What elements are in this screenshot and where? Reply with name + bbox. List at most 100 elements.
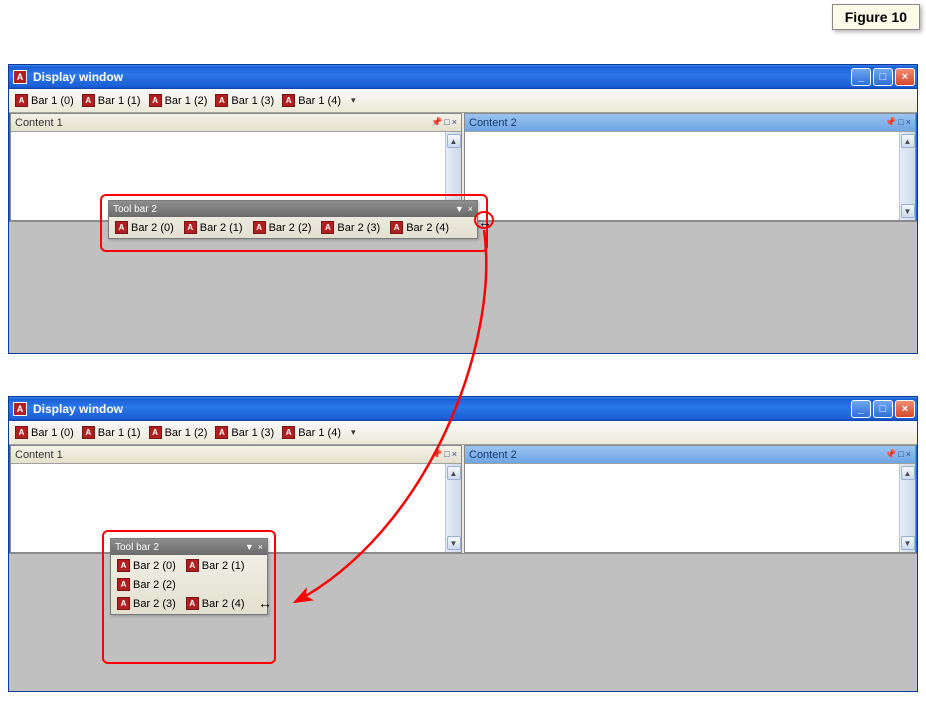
bar2-label: Bar 2 (3): [337, 222, 380, 234]
close-pane-icon[interactable]: ×: [906, 117, 911, 128]
toolbar-bar1: ABar 1 (0) ABar 1 (1) ABar 1 (2) ABar 1 …: [9, 89, 917, 113]
window-title: Display window: [33, 70, 851, 84]
resize-cursor-icon: ↔: [478, 214, 492, 230]
bar2-item-0[interactable]: ABar 2 (0): [117, 559, 176, 572]
pin-icon[interactable]: 📌: [885, 449, 896, 460]
maximize-button[interactable]: □: [873, 400, 893, 418]
close-pane-icon[interactable]: ×: [452, 449, 457, 460]
floating-toolbar-wide[interactable]: Tool bar 2 ▼ × ABar 2 (0) ABar 2 (1) ABa…: [108, 200, 478, 239]
pane-title-1: Content 1: [15, 449, 431, 461]
bar2-label: Bar 2 (4): [406, 222, 449, 234]
content-pane-2: Content 2 📌 □ × ▲ ▼: [464, 445, 916, 553]
bar-icon: A: [215, 426, 228, 439]
bar2-item-1[interactable]: ABar 2 (1): [184, 221, 243, 234]
pane-title-2: Content 2: [469, 117, 885, 129]
floating-toolbar-narrow[interactable]: Tool bar 2 ▼ × ABar 2 (0) ABar 2 (1) ABa…: [110, 538, 268, 615]
bar-icon: A: [117, 559, 130, 572]
pane-title-2: Content 2: [469, 449, 885, 461]
bar2-label: Bar 2 (1): [202, 560, 245, 572]
pane-content-2: [465, 464, 899, 552]
scrollbar[interactable]: ▲ ▼: [899, 464, 915, 552]
minimize-button[interactable]: _: [851, 68, 871, 86]
restore-icon[interactable]: □: [898, 449, 903, 460]
bar1-item-0[interactable]: ABar 1 (0): [15, 426, 74, 439]
pane-header-1[interactable]: Content 1 📌 □ ×: [11, 114, 461, 132]
bar-icon: A: [184, 221, 197, 234]
scroll-up-icon[interactable]: ▲: [447, 134, 461, 148]
scroll-up-icon[interactable]: ▲: [901, 134, 915, 148]
bar1-item-1[interactable]: ABar 1 (1): [82, 94, 141, 107]
bar2-label: Bar 2 (3): [133, 598, 176, 610]
bar-icon: A: [321, 221, 334, 234]
close-icon[interactable]: ×: [468, 204, 473, 214]
close-icon[interactable]: ×: [258, 542, 263, 552]
content-pane-2: Content 2 📌 □ × ▲ ▼: [464, 113, 916, 221]
resize-cursor-icon: ↔: [258, 595, 272, 611]
floating-toolbar-titlebar[interactable]: Tool bar 2 ▼ ×: [111, 539, 267, 555]
pane-header-1[interactable]: Content 1 📌 □ ×: [11, 446, 461, 464]
bar-icon: A: [15, 94, 28, 107]
bar1-label: Bar 1 (1): [98, 427, 141, 439]
bar-icon: A: [186, 559, 199, 572]
titlebar[interactable]: A Display window _ □ ×: [9, 397, 917, 421]
close-button[interactable]: ×: [895, 400, 915, 418]
pin-icon[interactable]: 📌: [431, 117, 442, 128]
floating-toolbar-titlebar[interactable]: Tool bar 2 ▼ ×: [109, 201, 477, 217]
titlebar[interactable]: A Display window _ □ ×: [9, 65, 917, 89]
bar2-item-3[interactable]: ABar 2 (3): [321, 221, 380, 234]
scroll-up-icon[interactable]: ▲: [901, 466, 915, 480]
bar1-item-4[interactable]: ABar 1 (4): [282, 426, 341, 439]
bar1-item-2[interactable]: ABar 1 (2): [149, 94, 208, 107]
scrollbar[interactable]: ▲ ▼: [899, 132, 915, 220]
maximize-button[interactable]: □: [873, 68, 893, 86]
pin-icon[interactable]: 📌: [431, 449, 442, 460]
scroll-down-icon[interactable]: ▼: [447, 536, 461, 550]
bar1-label: Bar 1 (1): [98, 95, 141, 107]
bar1-label: Bar 1 (2): [165, 95, 208, 107]
bar2-item-3[interactable]: ABar 2 (3): [117, 597, 176, 610]
bar1-label: Bar 1 (3): [231, 427, 274, 439]
pin-icon[interactable]: 📌: [885, 117, 896, 128]
scroll-down-icon[interactable]: ▼: [901, 536, 915, 550]
bar-icon: A: [117, 578, 130, 591]
bar1-item-2[interactable]: ABar 1 (2): [149, 426, 208, 439]
bar1-item-0[interactable]: ABar 1 (0): [15, 94, 74, 107]
pane-title-1: Content 1: [15, 117, 431, 129]
restore-icon[interactable]: □: [444, 117, 449, 128]
bar1-label: Bar 1 (3): [231, 95, 274, 107]
bar1-item-3[interactable]: ABar 1 (3): [215, 94, 274, 107]
restore-icon[interactable]: □: [444, 449, 449, 460]
bar-icon: A: [390, 221, 403, 234]
bar1-item-1[interactable]: ABar 1 (1): [82, 426, 141, 439]
bar2-item-2[interactable]: ABar 2 (2): [117, 578, 261, 591]
toolbar-overflow-icon[interactable]: ▾: [351, 427, 356, 438]
bar1-item-4[interactable]: ABar 1 (4): [282, 94, 341, 107]
dropdown-icon[interactable]: ▼: [245, 542, 254, 552]
bar2-item-4[interactable]: ABar 2 (4): [186, 597, 245, 610]
toolbar-overflow-icon[interactable]: ▾: [351, 95, 356, 106]
bar-icon: A: [82, 426, 95, 439]
pane-content-2: [465, 132, 899, 220]
minimize-button[interactable]: _: [851, 400, 871, 418]
bar-icon: A: [117, 597, 130, 610]
scroll-down-icon[interactable]: ▼: [901, 204, 915, 218]
close-pane-icon[interactable]: ×: [452, 117, 457, 128]
bar1-item-3[interactable]: ABar 1 (3): [215, 426, 274, 439]
close-button[interactable]: ×: [895, 68, 915, 86]
pane-header-2[interactable]: Content 2 📌 □ ×: [465, 114, 915, 132]
restore-icon[interactable]: □: [898, 117, 903, 128]
scroll-up-icon[interactable]: ▲: [447, 466, 461, 480]
floating-toolbar-title: Tool bar 2: [113, 204, 451, 215]
dropdown-icon[interactable]: ▼: [455, 204, 464, 214]
bar2-item-0[interactable]: ABar 2 (0): [115, 221, 174, 234]
bar-icon: A: [282, 94, 295, 107]
close-pane-icon[interactable]: ×: [906, 449, 911, 460]
scrollbar[interactable]: ▲ ▼: [445, 464, 461, 552]
bar2-item-1[interactable]: ABar 2 (1): [186, 559, 245, 572]
toolbar-bar1: ABar 1 (0) ABar 1 (1) ABar 1 (2) ABar 1 …: [9, 421, 917, 445]
pane-header-2[interactable]: Content 2 📌 □ ×: [465, 446, 915, 464]
bar2-label: Bar 2 (0): [131, 222, 174, 234]
bar2-item-2[interactable]: ABar 2 (2): [253, 221, 312, 234]
bar-icon: A: [82, 94, 95, 107]
bar2-item-4[interactable]: ABar 2 (4): [390, 221, 449, 234]
